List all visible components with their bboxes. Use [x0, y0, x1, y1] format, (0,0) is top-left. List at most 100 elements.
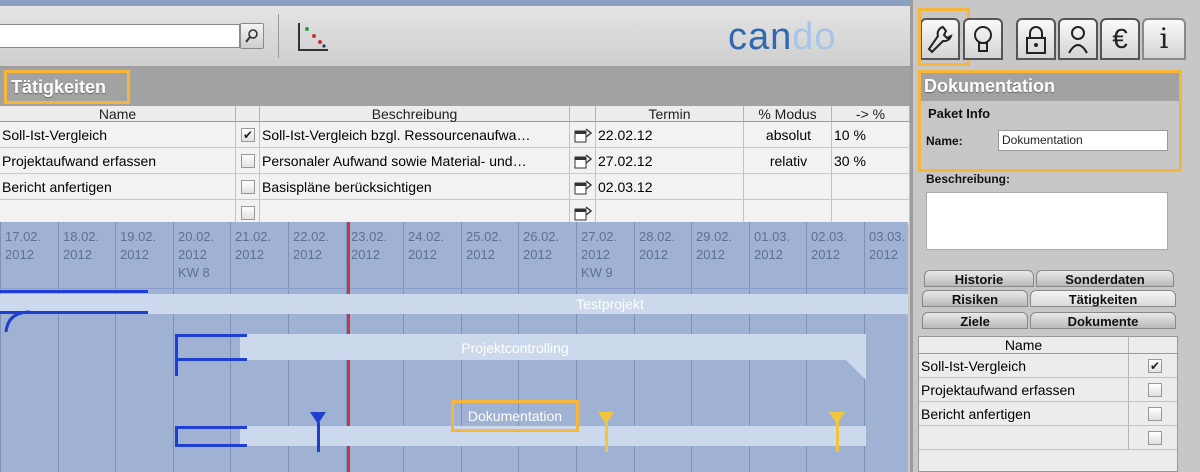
paket-info-label: Paket Info — [928, 106, 991, 121]
checkbox[interactable]: ✔ — [1148, 359, 1162, 373]
gantt-day-year: 2012 — [869, 247, 898, 262]
table-cell-pct[interactable]: 30 % — [832, 148, 910, 174]
table-cell-termin[interactable]: 27.02.12 — [596, 148, 744, 174]
magnifier-icon[interactable] — [240, 23, 264, 49]
toolbar-separator — [278, 14, 279, 58]
section-title: Tätigkeiten — [4, 70, 130, 104]
checkbox[interactable] — [1148, 407, 1162, 421]
gantt-chart[interactable]: 17.02. 2012 18.02. 2012 19.02. 2012 20.02. 2012… — [0, 222, 908, 472]
table-cell-beschreibung[interactable]: Soll-Ist-Vergleich bzgl. Ressourcenaufwa… — [260, 122, 570, 148]
lightbulb-icon[interactable] — [963, 18, 1003, 60]
tab-ziele[interactable]: Ziele — [922, 312, 1028, 329]
column-header-check[interactable] — [236, 106, 260, 122]
summary-bracket — [175, 334, 247, 337]
list-item-name[interactable]: Bericht anfertigen — [919, 402, 1129, 426]
euro-icon[interactable]: € — [1100, 18, 1140, 60]
gantt-day-date: 21.02. — [235, 229, 272, 244]
table-cell-beschreibung[interactable]: Personaler Aufwand sowie Material- und… — [260, 148, 570, 174]
logo-text-do: do — [792, 16, 837, 58]
table-cell-check: ✔ — [236, 122, 260, 148]
name-field[interactable]: Dokumentation — [998, 130, 1168, 151]
calendar-icon[interactable] — [570, 174, 596, 200]
gantt-day-date: 23.02. — [351, 229, 388, 244]
table-cell-modus[interactable] — [744, 174, 832, 200]
tab-dokumente[interactable]: Dokumente — [1030, 312, 1176, 329]
person-icon[interactable] — [1058, 18, 1098, 60]
gantt-day-year: 2012 — [696, 247, 725, 262]
checkbox[interactable]: ✔ — [241, 128, 255, 143]
info-icon[interactable]: i — [1142, 18, 1186, 60]
gantt-day-date: 01.03. — [754, 229, 791, 244]
gantt-day-date: 02.03. — [811, 229, 848, 244]
list-column-header-check[interactable] — [1129, 337, 1177, 354]
window-top-strip — [0, 0, 910, 6]
calendar-icon[interactable] — [570, 148, 596, 174]
summary-bracket — [175, 358, 247, 361]
gantt-day-year: 2012 — [811, 247, 840, 262]
list-column-header-name[interactable]: Name — [919, 337, 1129, 354]
scatter-chart-icon[interactable] — [296, 20, 330, 54]
table-cell-modus[interactable]: relativ — [744, 148, 832, 174]
gantt-day-year: 2012 — [523, 247, 552, 262]
table-cell-pct[interactable] — [832, 174, 910, 200]
table-cell-termin[interactable]: 02.03.12 — [596, 174, 744, 200]
tab-historie[interactable]: Historie — [924, 270, 1034, 287]
table-cell-check — [236, 148, 260, 174]
logo-text-can: can — [728, 16, 793, 58]
gantt-day-year: 2012 — [581, 247, 610, 262]
table-cell-beschreibung[interactable]: Basispläne berücksichtigen — [260, 174, 570, 200]
gantt-day-year: 2012 — [5, 247, 34, 262]
milestone-marker-yellow[interactable] — [597, 412, 615, 452]
tab-sonderdaten[interactable]: Sonderdaten — [1036, 270, 1174, 287]
list-item-name[interactable]: Soll-Ist-Vergleich — [919, 354, 1129, 378]
column-header-cal[interactable] — [570, 106, 596, 122]
gantt-day-year: 2012 — [639, 247, 668, 262]
gantt-day-date: 19.02. — [120, 229, 157, 244]
checkbox[interactable] — [1148, 431, 1162, 445]
search-input[interactable] — [0, 24, 240, 48]
section-header-bar — [0, 68, 910, 106]
column-header-pct[interactable]: -> % — [832, 106, 910, 122]
summary-bracket — [175, 334, 178, 376]
detail-title: Dokumentation — [921, 73, 1179, 101]
milestone-marker-yellow[interactable] — [828, 412, 846, 452]
table-cell-termin[interactable]: 22.02.12 — [596, 122, 744, 148]
gantt-day-date: 03.03. — [869, 229, 906, 244]
table-cell-pct[interactable]: 10 % — [832, 122, 910, 148]
gantt-day-year: 2012 — [293, 247, 322, 262]
cando-logo: cando — [728, 18, 888, 58]
summary-bracket — [175, 426, 247, 429]
gantt-week-label: KW 9 — [581, 265, 613, 280]
table-cell-name[interactable]: Projektaufwand erfassen — [0, 148, 236, 174]
gantt-day-date: 18.02. — [63, 229, 100, 244]
table-cell-name[interactable]: Soll-Ist-Vergleich — [0, 122, 236, 148]
column-header-beschreibung[interactable]: Beschreibung — [260, 106, 570, 122]
column-header-termin[interactable]: Termin — [596, 106, 744, 122]
tab-risiken[interactable]: Risiken — [922, 290, 1028, 307]
gantt-week-label: KW 8 — [178, 265, 210, 280]
beschreibung-label: Beschreibung: — [926, 172, 1011, 186]
checkbox[interactable] — [241, 206, 255, 221]
beschreibung-field[interactable] — [926, 192, 1168, 250]
lock-icon[interactable] — [1016, 18, 1056, 60]
gantt-day-date: 20.02. — [178, 229, 215, 244]
tab-taetigkeiten[interactable]: Tätigkeiten — [1030, 290, 1176, 307]
summary-bracket — [175, 426, 178, 447]
gantt-day-year: 2012 — [235, 247, 264, 262]
checkbox[interactable] — [1148, 383, 1162, 397]
gantt-day-year: 2012 — [351, 247, 380, 262]
milestone-marker-blue[interactable] — [309, 412, 327, 452]
checkbox[interactable] — [241, 180, 255, 195]
column-header-name[interactable]: Name — [0, 106, 236, 122]
list-item-name[interactable] — [919, 426, 1129, 450]
column-header-modus[interactable]: % Modus — [744, 106, 832, 122]
gantt-day-date: 24.02. — [408, 229, 445, 244]
table-cell-modus[interactable]: absolut — [744, 122, 832, 148]
checkbox[interactable] — [241, 154, 255, 169]
calendar-icon[interactable] — [570, 122, 596, 148]
gantt-day-date: 28.02. — [639, 229, 676, 244]
table-cell-name[interactable]: Bericht anfertigen — [0, 174, 236, 200]
gantt-day-date: 25.02. — [466, 229, 503, 244]
gantt-day-year: 2012 — [754, 247, 783, 262]
list-item-name[interactable]: Projektaufwand erfassen — [919, 378, 1129, 402]
